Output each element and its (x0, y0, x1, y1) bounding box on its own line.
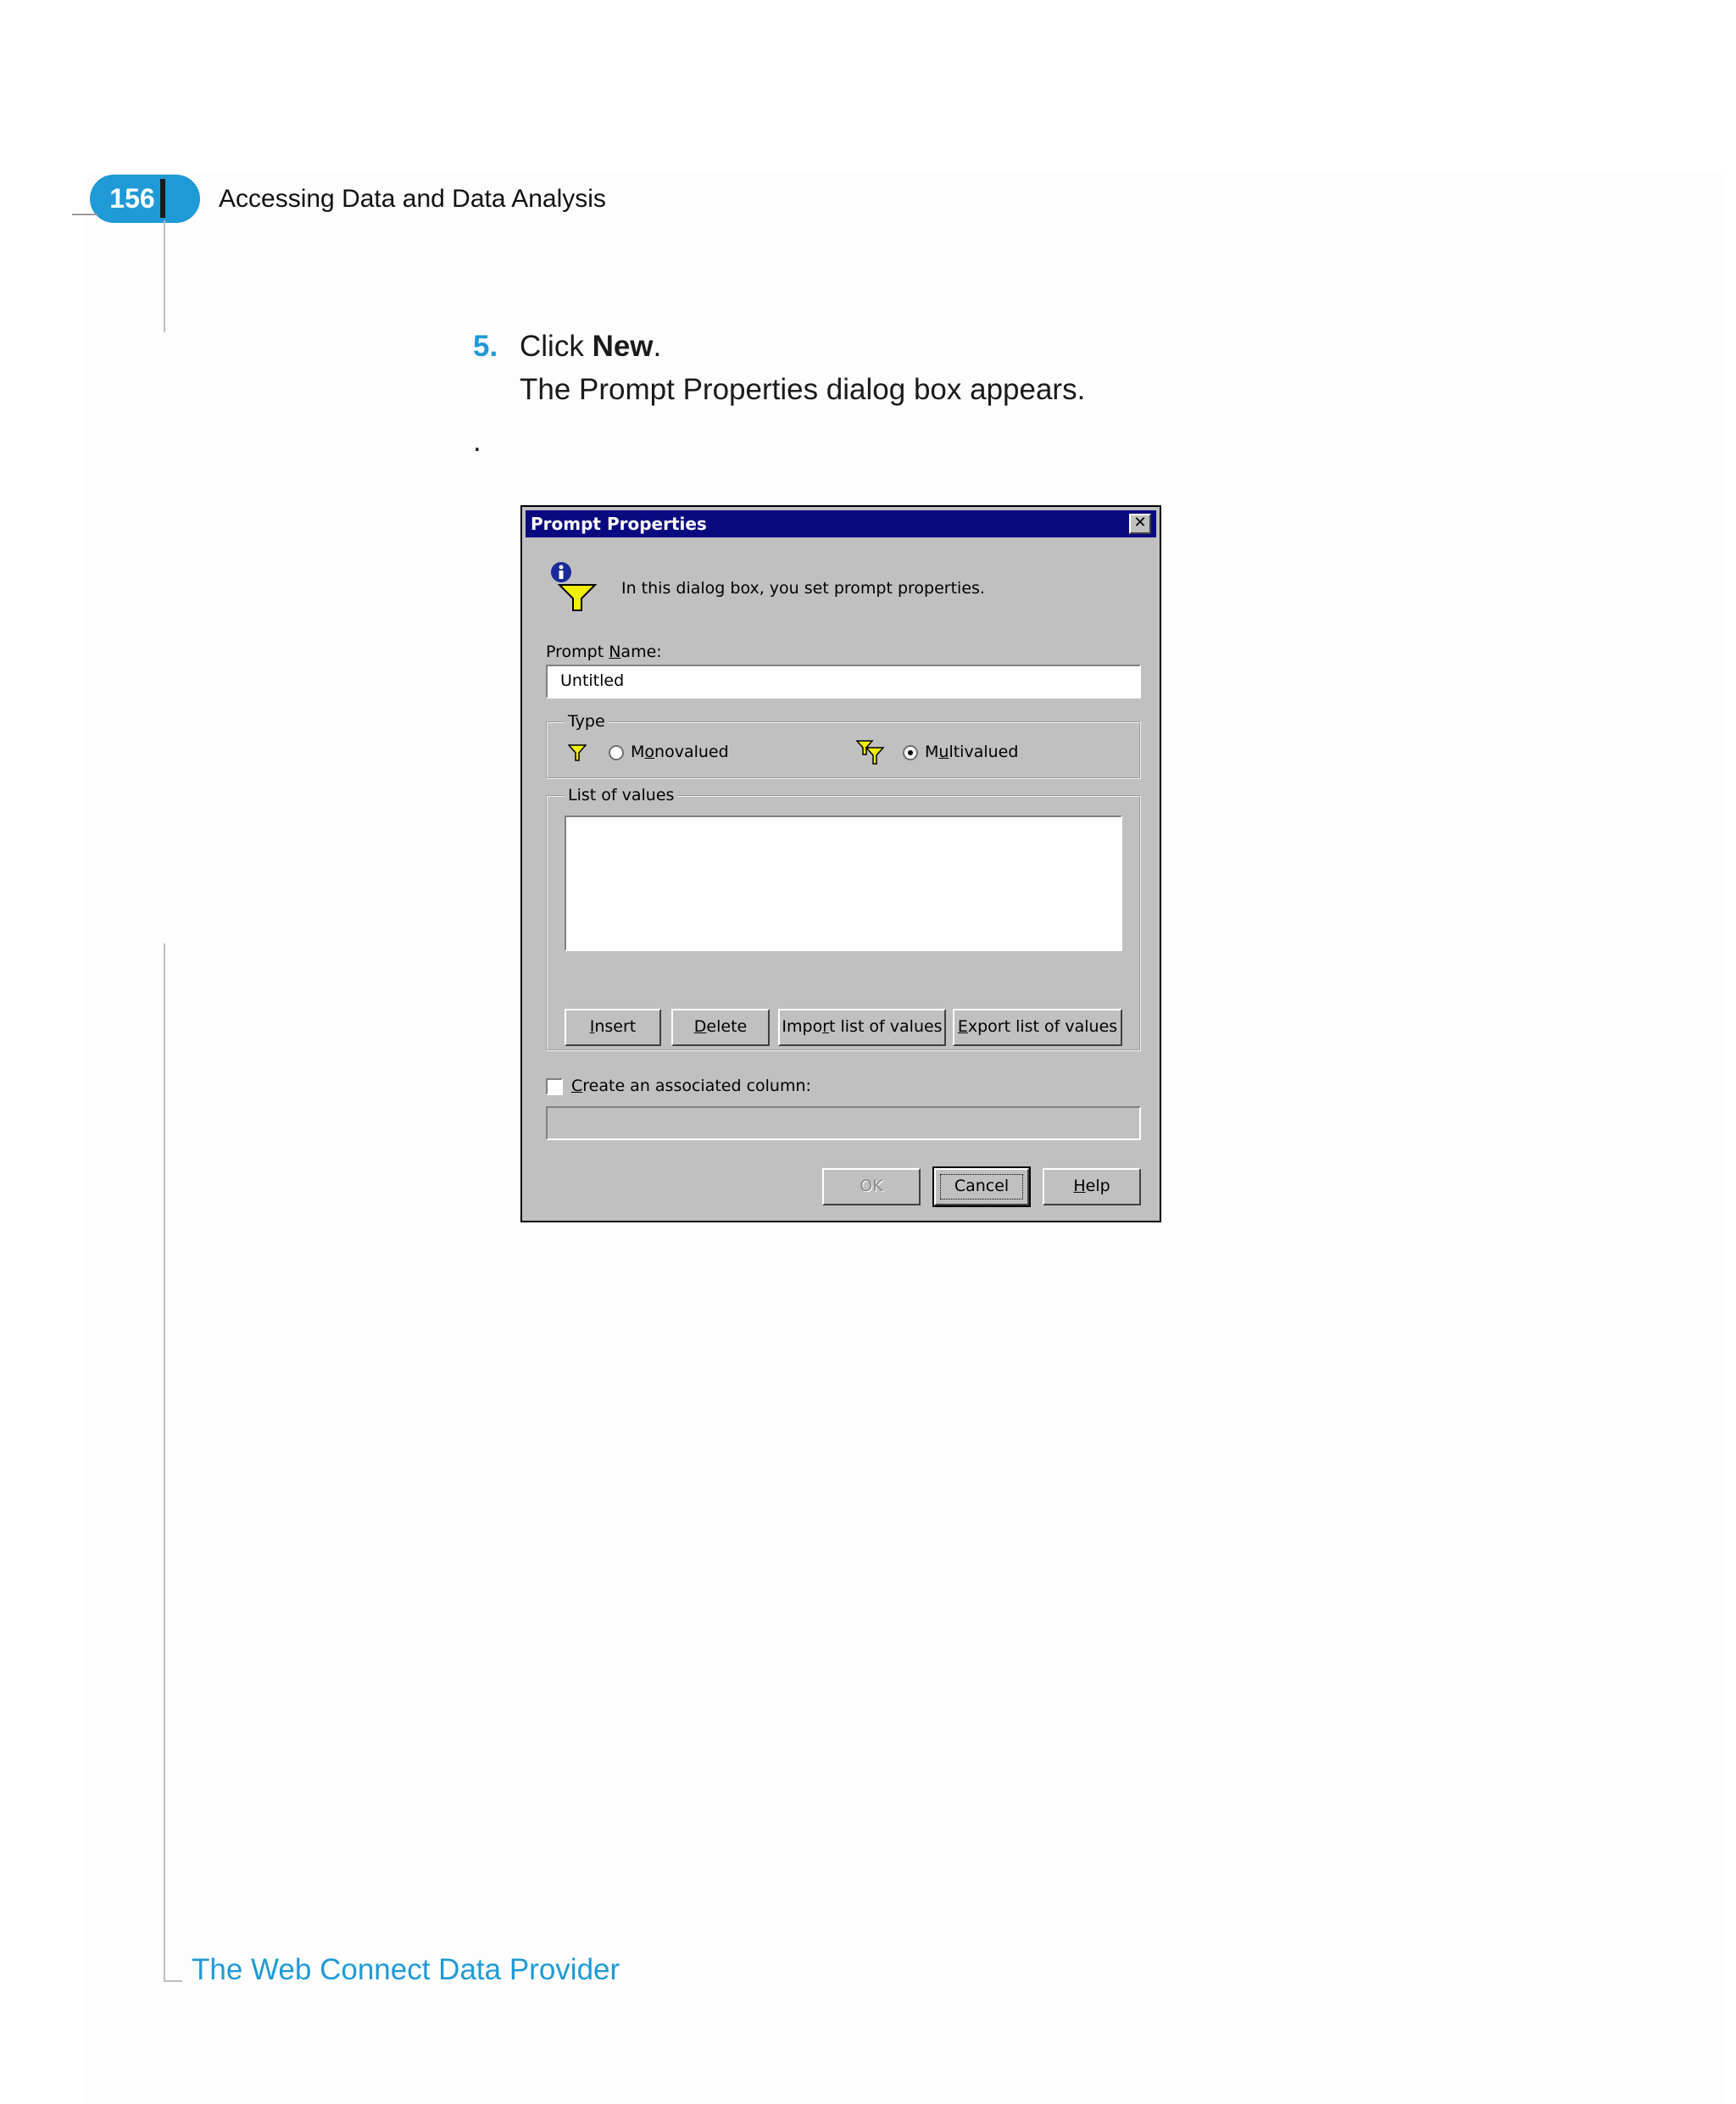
create-column-label: Create an associated column: (571, 1077, 811, 1095)
dialog-title: Prompt Properties (531, 514, 707, 534)
prompt-name-label: Prompt Name: (546, 643, 662, 661)
import-list-button[interactable]: Import list of values (778, 1009, 946, 1046)
step-command: New (592, 330, 654, 363)
insert-button[interactable]: Insert (565, 1009, 661, 1046)
info-prompt-icon (551, 562, 598, 611)
cancel-button[interactable]: Cancel (932, 1166, 1031, 1207)
focus-rect (940, 1174, 1023, 1200)
margin-line (164, 943, 165, 1982)
monovalued-radio[interactable] (609, 745, 624, 760)
dialog-intro-text: In this dialog box, you set prompt prope… (621, 579, 985, 598)
export-list-button[interactable]: Export list of values (953, 1009, 1122, 1046)
create-column-checkbox[interactable] (546, 1078, 563, 1095)
step-trail: . (653, 330, 662, 363)
page-number: 156 (109, 183, 155, 214)
delete-button[interactable]: Delete (671, 1009, 770, 1046)
help-button[interactable]: Help (1043, 1168, 1141, 1205)
type-legend: Type (565, 711, 609, 732)
monovalued-funnel-icon (568, 744, 587, 761)
type-group: Type Monovalued Multivalued (546, 711, 1141, 779)
page-number-divider (160, 179, 165, 218)
margin-foot-rule (164, 1980, 182, 1982)
monovalued-label: Monovalued (631, 743, 729, 761)
margin-line (164, 220, 165, 332)
multivalued-funnel-icon (856, 740, 885, 765)
multivalued-label: Multivalued (925, 743, 1019, 761)
close-button[interactable]: ✕ (1129, 514, 1151, 534)
stray-mark: . (473, 425, 481, 458)
step-lead: Click (520, 330, 593, 363)
step-description: The Prompt Properties dialog box appears… (520, 373, 1086, 406)
dialog-titlebar[interactable]: Prompt Properties ✕ (526, 510, 1156, 537)
header-rule (72, 214, 97, 215)
ok-button[interactable]: OK (822, 1168, 921, 1205)
running-head: Accessing Data and Data Analysis (219, 185, 606, 213)
step-number: 5. (473, 330, 498, 363)
list-of-values-group: List of values Insert Delete Import list… (546, 785, 1141, 1051)
multivalued-radio[interactable] (903, 745, 918, 760)
values-listbox[interactable] (565, 815, 1122, 951)
prompt-properties-dialog: Prompt Properties ✕ In this dialog box, … (520, 505, 1161, 1222)
step-instruction: 5. Click New. (473, 326, 661, 367)
associated-column-field[interactable] (546, 1106, 1141, 1140)
list-of-values-legend: List of values (565, 785, 678, 805)
footer-section-title: The Web Connect Data Provider (192, 1953, 620, 1986)
prompt-name-input[interactable]: Untitled (546, 665, 1141, 699)
close-icon: ✕ (1133, 514, 1147, 532)
